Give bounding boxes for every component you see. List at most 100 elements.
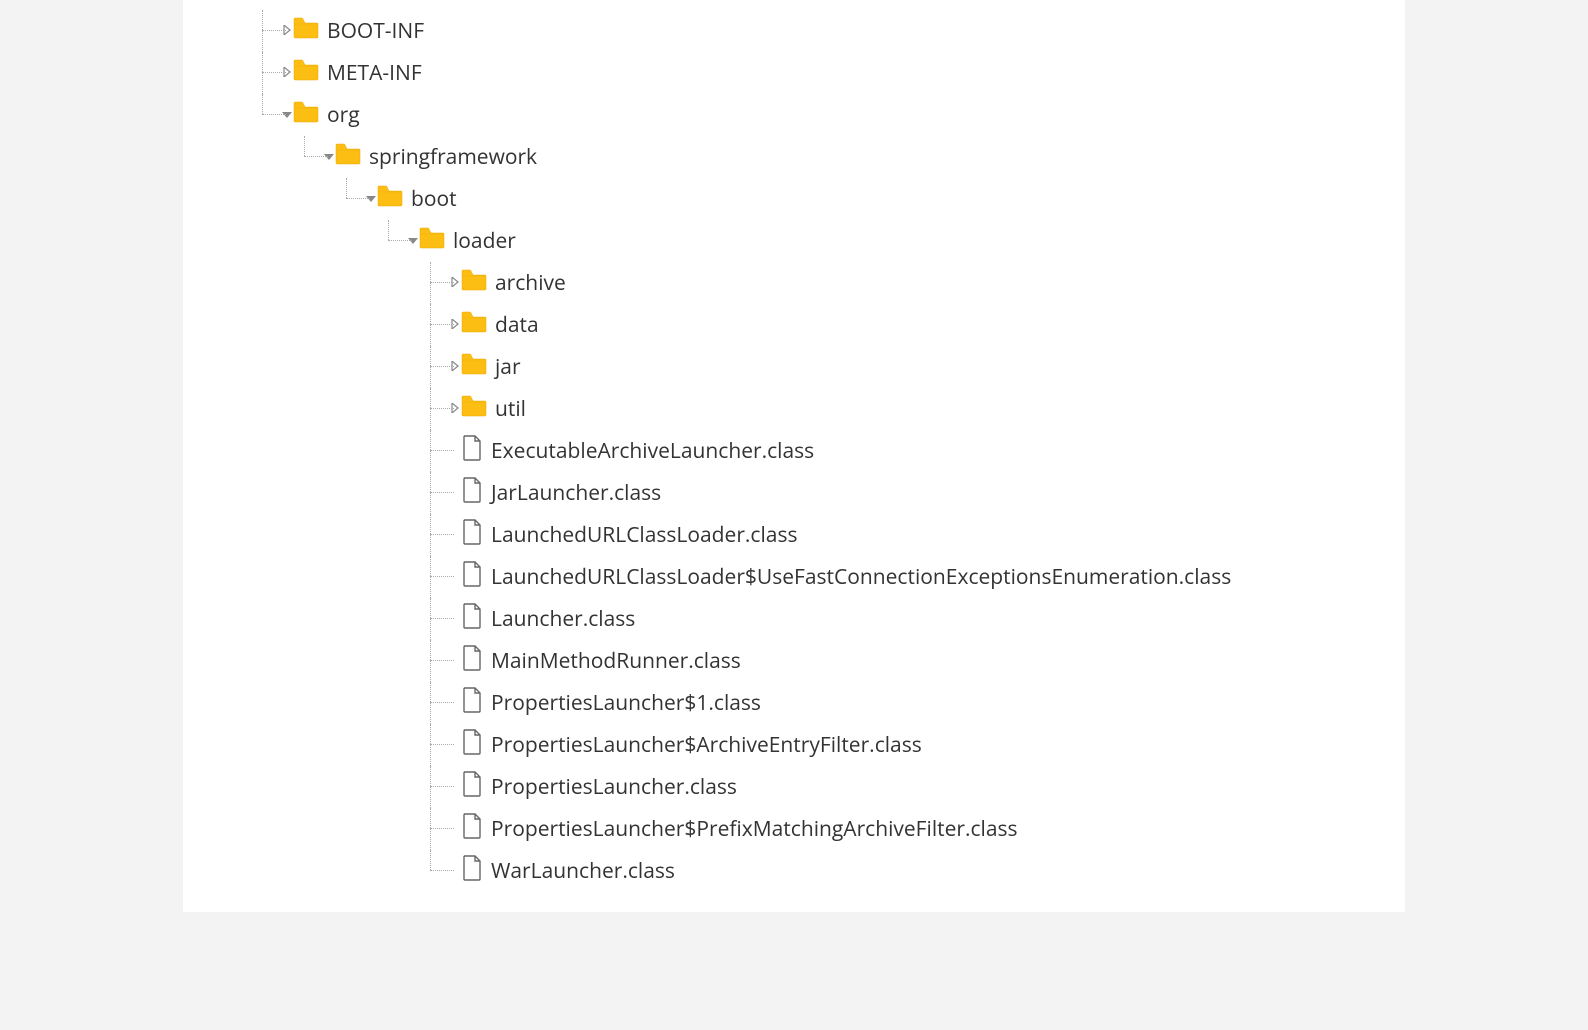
file-icon [461, 771, 483, 797]
file-icon [461, 813, 483, 846]
tree-folder: org springframework boot loader archive … [293, 94, 1405, 892]
toggle-collapsed-icon[interactable] [450, 319, 460, 329]
tree-root-list: BOOT-INF META-INF org springframework bo… [293, 10, 1405, 892]
folder-icon [293, 17, 319, 46]
tree-file-row[interactable]: WarLauncher.class [461, 850, 1405, 892]
tree-folder-row[interactable]: boot [377, 178, 1405, 220]
tree-file-row[interactable]: LaunchedURLClassLoader.class [461, 514, 1405, 556]
tree-folder-row[interactable]: data [461, 304, 1405, 346]
file-label: Launcher.class [491, 605, 635, 633]
tree-file-row[interactable]: PropertiesLauncher.class [461, 766, 1405, 808]
tree-folder-row[interactable]: springframework [335, 136, 1405, 178]
file-label: MainMethodRunner.class [491, 647, 741, 675]
tree-file: PropertiesLauncher.class [461, 766, 1405, 808]
file-label: PropertiesLauncher$ArchiveEntryFilter.cl… [491, 731, 922, 759]
tree-file: ExecutableArchiveLauncher.class [461, 430, 1405, 472]
toggle-collapsed-icon[interactable] [450, 361, 460, 371]
tree-folder-row[interactable]: META-INF [293, 52, 1405, 94]
folder-icon [461, 269, 487, 298]
tree-folder-row[interactable]: util [461, 388, 1405, 430]
tree-file-row[interactable]: LaunchedURLClassLoader$UseFastConnection… [461, 556, 1405, 598]
tree-file: LaunchedURLClassLoader$UseFastConnection… [461, 556, 1405, 598]
folder-label: BOOT-INF [327, 17, 424, 45]
folder-icon [461, 395, 487, 417]
file-label: ExecutableArchiveLauncher.class [491, 437, 814, 465]
file-icon [461, 519, 483, 545]
file-label: LaunchedURLClassLoader.class [491, 521, 797, 549]
folder-label: data [495, 311, 539, 339]
tree-file-row[interactable]: ExecutableArchiveLauncher.class [461, 430, 1405, 472]
folder-icon [293, 17, 319, 39]
file-icon [461, 561, 483, 594]
tree-file: WarLauncher.class [461, 850, 1405, 892]
file-icon [461, 855, 483, 881]
folder-label: util [495, 395, 526, 423]
folder-icon [461, 353, 487, 382]
toggle-expanded-icon[interactable] [366, 193, 376, 203]
tree-list: boot loader archive data jar util Execut… [335, 178, 1405, 892]
tree-file: MainMethodRunner.class [461, 640, 1405, 682]
folder-label: loader [453, 227, 516, 255]
folder-icon [419, 227, 445, 249]
file-icon [461, 561, 483, 587]
toggle-collapsed-icon[interactable] [282, 25, 292, 35]
file-icon [461, 813, 483, 839]
file-icon [461, 645, 483, 671]
tree-folder: boot loader archive data jar util Execut… [377, 178, 1405, 892]
tree-folder: data [461, 304, 1405, 346]
file-tree: BOOT-INF META-INF org springframework bo… [293, 10, 1405, 892]
tree-file: LaunchedURLClassLoader.class [461, 514, 1405, 556]
tree-file-row[interactable]: MainMethodRunner.class [461, 640, 1405, 682]
tree-file: PropertiesLauncher$PrefixMatchingArchive… [461, 808, 1405, 850]
tree-list: archive data jar util ExecutableArchiveL… [419, 262, 1405, 892]
toggle-collapsed-icon[interactable] [450, 403, 460, 413]
toggle-expanded-icon[interactable] [408, 235, 418, 245]
tree-folder-row[interactable]: loader [419, 220, 1405, 262]
tree-file-row[interactable]: PropertiesLauncher$1.class [461, 682, 1405, 724]
toggle-collapsed-icon[interactable] [282, 67, 292, 77]
folder-icon [293, 101, 319, 130]
toggle-expanded-icon[interactable] [282, 109, 292, 119]
tree-file: PropertiesLauncher$1.class [461, 682, 1405, 724]
tree-file: Launcher.class [461, 598, 1405, 640]
tree-folder-row[interactable]: archive [461, 262, 1405, 304]
tree-panel: BOOT-INF META-INF org springframework bo… [183, 0, 1405, 912]
folder-icon [377, 185, 403, 207]
folder-label: boot [411, 185, 457, 213]
tree-folder: jar [461, 346, 1405, 388]
folder-label: org [327, 101, 360, 129]
tree-folder-row[interactable]: BOOT-INF [293, 10, 1405, 52]
tree-folder-row[interactable]: jar [461, 346, 1405, 388]
tree-folder: archive [461, 262, 1405, 304]
folder-icon [335, 143, 361, 165]
file-icon [461, 855, 483, 888]
tree-file-row[interactable]: PropertiesLauncher$ArchiveEntryFilter.cl… [461, 724, 1405, 766]
toggle-collapsed-icon[interactable] [450, 277, 460, 287]
tree-file-row[interactable]: Launcher.class [461, 598, 1405, 640]
folder-icon [461, 311, 487, 340]
file-label: PropertiesLauncher$PrefixMatchingArchive… [491, 815, 1018, 843]
toggle-expanded-icon[interactable] [324, 151, 334, 161]
folder-icon [335, 143, 361, 172]
folder-icon [377, 185, 403, 214]
tree-folder-row[interactable]: org [293, 94, 1405, 136]
file-icon [461, 645, 483, 678]
file-icon [461, 729, 483, 755]
file-label: PropertiesLauncher$1.class [491, 689, 761, 717]
file-label: JarLauncher.class [491, 479, 661, 507]
folder-icon [293, 101, 319, 123]
tree-file-row[interactable]: JarLauncher.class [461, 472, 1405, 514]
file-icon [461, 687, 483, 713]
file-label: LaunchedURLClassLoader$UseFastConnection… [491, 563, 1231, 591]
tree-folder: loader archive data jar util ExecutableA… [419, 220, 1405, 892]
tree-list: loader archive data jar util ExecutableA… [377, 220, 1405, 892]
file-icon [461, 477, 483, 510]
folder-label: archive [495, 269, 566, 297]
tree-file: PropertiesLauncher$ArchiveEntryFilter.cl… [461, 724, 1405, 766]
tree-folder: BOOT-INF [293, 10, 1405, 52]
file-icon [461, 519, 483, 552]
tree-file-row[interactable]: PropertiesLauncher$PrefixMatchingArchive… [461, 808, 1405, 850]
tree-folder: META-INF [293, 52, 1405, 94]
folder-icon [461, 269, 487, 291]
folder-icon [293, 59, 319, 88]
